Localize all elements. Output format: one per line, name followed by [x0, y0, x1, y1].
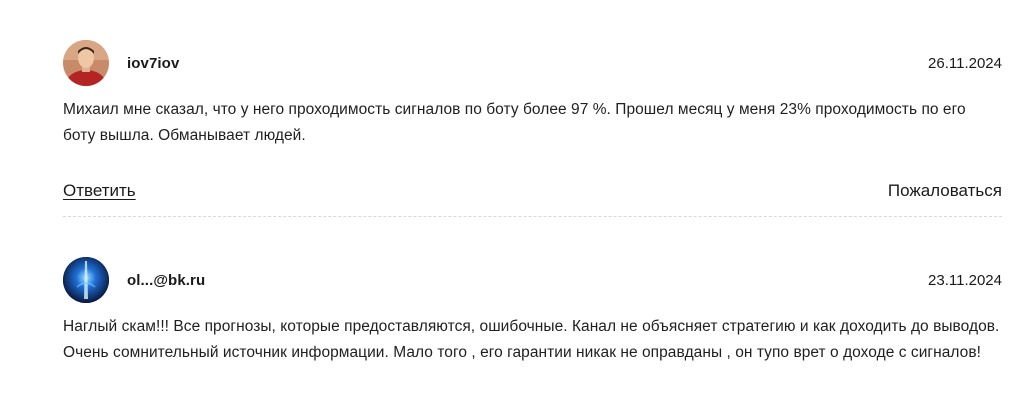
- report-link[interactable]: Пожаловаться: [888, 181, 1002, 201]
- comment-actions: Ответить Пожаловаться: [63, 181, 1002, 211]
- avatar: [63, 40, 109, 86]
- blue-abstract-avatar-icon: [63, 257, 109, 303]
- comment-header: ol...@bk.ru 23.11.2024: [63, 257, 1002, 305]
- comment-item: iov7iov 26.11.2024 Михаил мне сказал, чт…: [63, 40, 1002, 211]
- comment-item: ol...@bk.ru 23.11.2024 Наглый скам!!! Вс…: [63, 257, 1002, 366]
- comment-text: Михаил мне сказал, что у него проходимос…: [63, 101, 966, 144]
- user-photo-avatar-icon: [63, 40, 109, 86]
- comment-date: 23.11.2024: [928, 272, 1002, 289]
- reply-link[interactable]: Ответить: [63, 181, 136, 201]
- comment-divider: [63, 216, 1002, 217]
- avatar: [63, 257, 109, 303]
- comment-author[interactable]: iov7iov: [127, 55, 179, 72]
- comment-date: 26.11.2024: [928, 55, 1002, 72]
- comment-author[interactable]: ol...@bk.ru: [127, 272, 205, 289]
- comment-header: iov7iov 26.11.2024: [63, 40, 1002, 88]
- comment-text: Наглый скам!!! Все прогнозы, которые пре…: [63, 318, 1000, 361]
